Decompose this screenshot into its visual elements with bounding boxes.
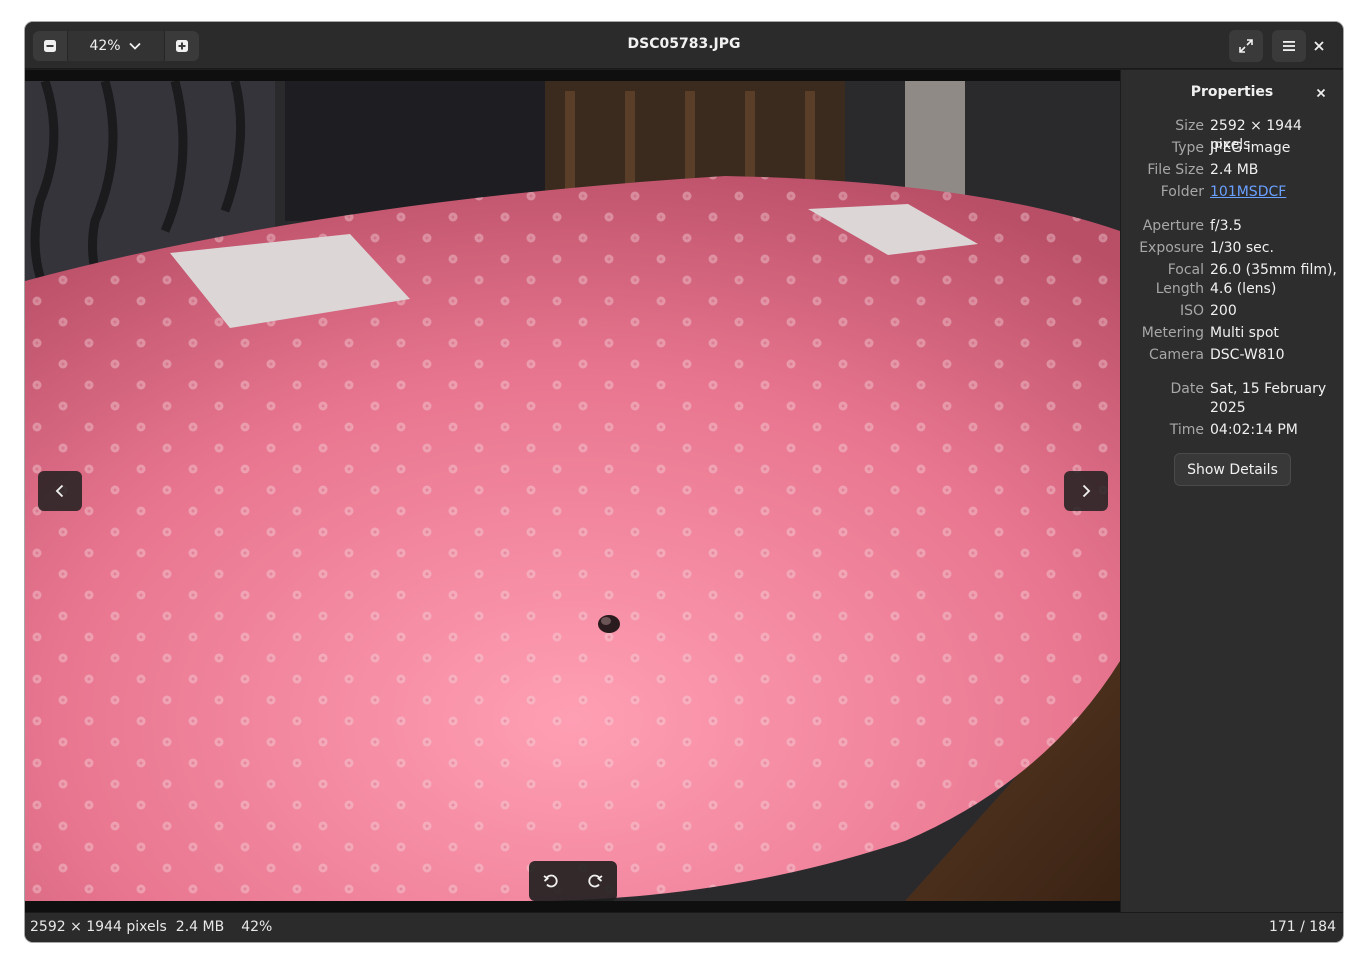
property-value: f/3.5 bbox=[1210, 218, 1242, 234]
zoom-out-button[interactable] bbox=[33, 31, 67, 61]
property-row-time: Time 04:02:14 PM bbox=[1121, 421, 1343, 440]
property-row-iso: ISO 200 bbox=[1121, 302, 1343, 321]
properties-title: Properties bbox=[1190, 84, 1274, 100]
status-file-size: 2.4 MB bbox=[175, 919, 225, 935]
chevron-down-icon bbox=[128, 42, 141, 50]
rotate-right-button[interactable] bbox=[575, 861, 615, 901]
main-menu-button[interactable] bbox=[1272, 30, 1306, 62]
close-properties-button[interactable] bbox=[1313, 85, 1329, 101]
photo bbox=[25, 81, 1120, 901]
image-viewer-window: 42% DSC05783.JPG Properties Size 2592 × … bbox=[25, 22, 1343, 942]
property-label: Focal Length bbox=[1155, 262, 1204, 297]
property-label: Metering bbox=[1141, 325, 1204, 341]
property-row-camera: Camera DSC-W810 bbox=[1121, 346, 1343, 365]
hamburger-menu-icon bbox=[1283, 41, 1295, 51]
status-zoom: 42% bbox=[241, 919, 273, 935]
rotate-right-icon bbox=[588, 874, 603, 888]
status-image-position: 171 / 184 bbox=[1268, 919, 1336, 935]
next-image-button[interactable] bbox=[1064, 471, 1108, 511]
zoom-out-icon bbox=[44, 40, 56, 52]
property-row-folder: Folder 101MSDCF bbox=[1121, 183, 1343, 202]
chevron-left-icon bbox=[55, 484, 64, 498]
property-value: 200 bbox=[1210, 303, 1237, 319]
fullscreen-icon bbox=[1239, 39, 1253, 53]
window-title: DSC05783.JPG bbox=[627, 36, 741, 52]
close-icon bbox=[1314, 41, 1324, 51]
property-value: Multi spot bbox=[1210, 325, 1279, 341]
image-canvas[interactable] bbox=[25, 70, 1120, 912]
property-value: 1/30 sec. bbox=[1210, 240, 1274, 256]
property-label: ISO bbox=[1179, 303, 1204, 319]
rotate-left-button[interactable] bbox=[531, 861, 571, 901]
property-value: JPEG image bbox=[1210, 140, 1291, 156]
property-label: Time bbox=[1169, 422, 1204, 438]
property-value: Sat, 15 February 2025 bbox=[1210, 381, 1327, 416]
zoom-controls: 42% bbox=[33, 31, 199, 61]
chevron-right-icon bbox=[1082, 484, 1091, 498]
header-bar: 42% DSC05783.JPG bbox=[25, 22, 1343, 69]
property-label: File Size bbox=[1147, 162, 1204, 178]
property-label: Exposure bbox=[1139, 240, 1204, 256]
property-value: 04:02:14 PM bbox=[1210, 422, 1298, 438]
property-row-type: Type JPEG image bbox=[1121, 139, 1343, 158]
property-row-focal-length: Focal Length 26.0 (35mm film), 4.6 (lens… bbox=[1121, 261, 1343, 299]
zoom-level-value: 42% bbox=[89, 38, 121, 54]
property-value: 26.0 (35mm film), 4.6 (lens) bbox=[1210, 262, 1337, 297]
property-row-date: Date Sat, 15 February 2025 bbox=[1121, 380, 1343, 418]
close-icon bbox=[1316, 88, 1326, 98]
properties-panel: Properties Size 2592 × 1944 pixels Type … bbox=[1120, 70, 1343, 912]
zoom-level-dropdown[interactable]: 42% bbox=[67, 31, 165, 61]
property-row-exposure: Exposure 1/30 sec. bbox=[1121, 239, 1343, 258]
rotate-left-icon bbox=[543, 874, 558, 888]
close-window-button[interactable] bbox=[1303, 30, 1335, 62]
fullscreen-button[interactable] bbox=[1229, 30, 1263, 62]
property-row-aperture: Aperture f/3.5 bbox=[1121, 217, 1343, 236]
zoom-in-button[interactable] bbox=[165, 31, 199, 61]
property-label: Folder bbox=[1160, 184, 1204, 200]
property-label: Date bbox=[1170, 381, 1204, 397]
property-value: 2.4 MB bbox=[1210, 162, 1259, 178]
rotate-controls bbox=[529, 861, 617, 901]
status-dimensions: 2592 × 1944 pixels bbox=[30, 919, 167, 935]
zoom-in-icon bbox=[176, 40, 188, 52]
property-row-metering: Metering Multi spot bbox=[1121, 324, 1343, 343]
status-bar: 2592 × 1944 pixels 2.4 MB 42% 171 / 184 bbox=[25, 912, 1343, 942]
property-label: Camera bbox=[1149, 347, 1204, 363]
property-row-file-size: File Size 2.4 MB bbox=[1121, 161, 1343, 180]
property-label: Type bbox=[1171, 140, 1204, 156]
property-label: Aperture bbox=[1142, 218, 1204, 234]
property-value: DSC-W810 bbox=[1210, 347, 1285, 363]
show-details-button[interactable]: Show Details bbox=[1174, 453, 1291, 486]
folder-link[interactable]: 101MSDCF bbox=[1210, 183, 1338, 202]
previous-image-button[interactable] bbox=[38, 471, 82, 511]
